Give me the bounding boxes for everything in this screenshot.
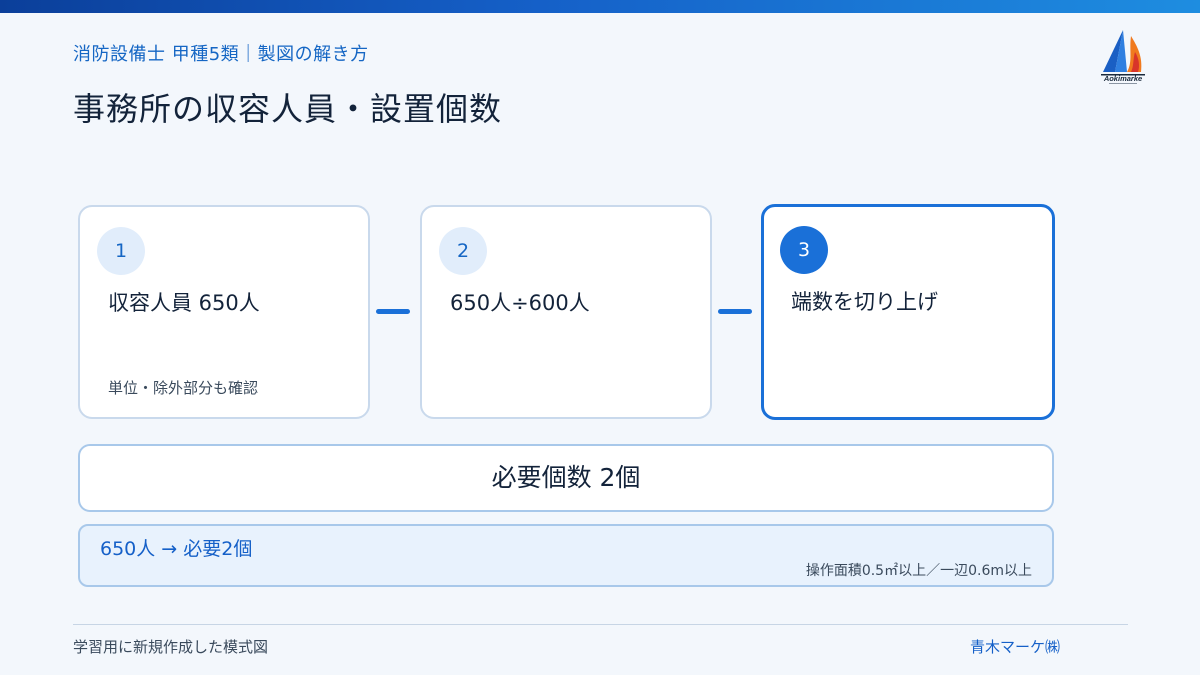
step-text: 650人÷600人 [450,291,590,315]
detail-summary: 650人 → 必要2個 [100,538,253,560]
logo-text: Aokimarke [1103,74,1142,83]
footer-company: 青木マーケ㈱ [970,638,1061,656]
step-number-badge: 1 [97,227,145,275]
detail-note: 操作面積0.5㎡以上／一辺0.6m以上 [805,563,1032,579]
step-text: 収容人員 650人 [108,291,260,315]
step-text: 端数を切り上げ [791,290,938,314]
step-card-3: 3 端数を切り上げ [761,204,1055,420]
top-accent-bar [0,0,1200,13]
step-card-2: 2 650人÷600人 [420,205,712,419]
step-connector [376,309,410,314]
step-note: 単位・除外部分も確認 [108,379,259,397]
company-logo: Aokimarke [1093,28,1153,88]
step-connector [718,309,752,314]
step-number-badge: 2 [439,227,487,275]
page-title: 事務所の収容人員・設置個数 [73,90,503,128]
flame-mountain-logo-icon: Aokimarke [1101,30,1145,84]
footer-divider [73,624,1128,625]
result-box: 必要個数 2個 [78,444,1054,512]
step-number-badge: 3 [780,226,828,274]
step-card-1: 1 収容人員 650人 単位・除外部分も確認 [78,205,370,419]
detail-box: 650人 → 必要2個 操作面積0.5㎡以上／一辺0.6m以上 [78,524,1054,587]
page-subtitle: 消防設備士 甲種5類｜製図の解き方 [73,44,369,65]
footer-caption: 学習用に新規作成した模式図 [73,638,269,656]
